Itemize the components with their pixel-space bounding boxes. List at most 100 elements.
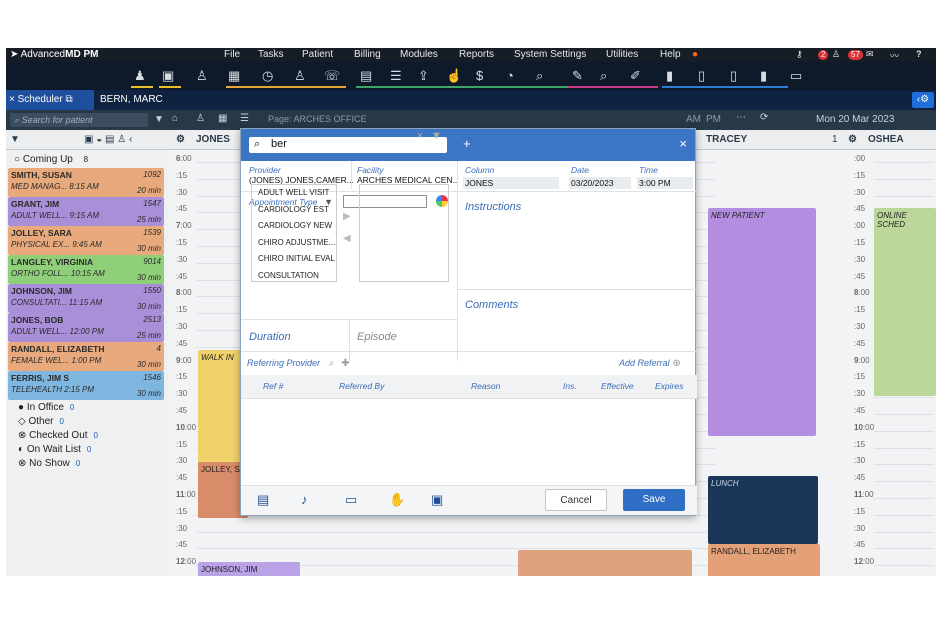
home-icon[interactable]: ⌂ (172, 113, 178, 124)
date-field[interactable]: Date (571, 165, 589, 175)
date-value[interactable]: 03/20/2023 (569, 177, 631, 189)
johnson-block[interactable]: JOHNSON, JIM (198, 562, 300, 576)
clear-icon[interactable]: × (417, 130, 423, 142)
chart-up-icon[interactable]: ▯ (730, 68, 737, 84)
move-right-icon[interactable]: ▶ (343, 211, 351, 222)
appointment-card[interactable]: GRANT, JIM 1547 ADULT WELL... 9:15 AM 25 mi… (8, 197, 164, 226)
comments-field[interactable]: Comments (465, 299, 518, 311)
appt-type-item[interactable]: CONSULTATION (252, 268, 336, 285)
lunch-block[interactable]: LUNCH (708, 476, 818, 544)
mail-icon[interactable]: ✉ (866, 49, 874, 60)
filter-icon[interactable]: ▼ (431, 130, 442, 142)
appointment-card[interactable]: RANDALL, ELIZABETH 4 FEMALE WEL... 1:00 PM… (8, 342, 164, 371)
edit-doc-icon[interactable]: ✎ (572, 68, 583, 84)
record-icon[interactable]: ● (692, 49, 698, 60)
alarm-icon[interactable]: ◷ (262, 68, 273, 84)
randall-block[interactable]: RANDALL, ELIZABETH (708, 544, 820, 576)
dollar-doc-icon[interactable]: $ (476, 68, 483, 83)
column-value[interactable]: JONES (463, 177, 559, 189)
menu-system-settings[interactable]: System Settings (514, 49, 586, 60)
new-patient-block[interactable]: NEW PATIENT (708, 208, 816, 436)
person-icon[interactable]: ♙ (196, 68, 208, 84)
appt-type-item[interactable]: CHIRO ADJUSTME... (252, 235, 336, 252)
menu-modules[interactable]: Modules (400, 49, 438, 60)
list-view-icon[interactable]: ☰ (240, 113, 249, 124)
clock-icon[interactable]: ◔ (506, 68, 514, 83)
menu-help[interactable]: Help (660, 49, 681, 60)
move-left-icon[interactable]: ◀ (343, 233, 351, 244)
column-oshea[interactable]: OSHEA (868, 134, 904, 145)
appt-type-item[interactable]: ADULT WELL VISIT (252, 185, 336, 202)
upload-icon[interactable]: ⇪ (418, 68, 429, 84)
more-icon[interactable]: ⋯ (736, 112, 746, 123)
cancel-button[interactable]: Cancel (545, 489, 607, 511)
add-icon[interactable]: ✚ (341, 358, 349, 369)
appointment-card[interactable]: LANGLEY, VIRGINIA 9014 ORTHO FOLL... 10:15… (8, 255, 164, 284)
people-icon[interactable]: ♙ (196, 113, 205, 124)
refresh-icon[interactable]: ⟳ (760, 112, 768, 123)
menu-utilities[interactable]: Utilities (606, 49, 638, 60)
card-icon[interactable]: ▭ (345, 492, 357, 508)
list-icon[interactable]: ☰ (390, 68, 402, 84)
scheduler-tab[interactable]: × Scheduler ⧉ (6, 90, 94, 110)
phone-icon[interactable]: ☏ (324, 68, 340, 84)
patient-icon[interactable]: ♟ (134, 68, 146, 84)
add-referral-button[interactable]: Add Referral ⊕ (619, 358, 681, 369)
signal-icon[interactable]: 〰 (890, 49, 899, 62)
hand-icon[interactable]: ✋ (389, 492, 405, 508)
popout-icon[interactable]: ⧉ (65, 94, 72, 105)
status-item[interactable]: ● In Office 0 (18, 402, 74, 413)
chart-dollar-icon[interactable]: ▯ (698, 68, 705, 84)
monitor-icon[interactable]: ▭ (790, 68, 802, 84)
page-selector[interactable]: Page: ARCHES OFFICE (268, 114, 367, 124)
help-icon[interactable]: ? (916, 49, 922, 59)
chart-dollar2-icon[interactable]: ▮ (760, 68, 767, 84)
settings-icon[interactable]: ⚙ (848, 134, 857, 145)
bell-icon[interactable]: ♪ (301, 492, 308, 507)
key-icon[interactable]: ⚷ (796, 49, 803, 60)
notes-icon[interactable]: ▤ (257, 492, 269, 508)
am-toggle[interactable]: AM (686, 114, 701, 125)
status-item[interactable]: ◇ Other 0 (18, 416, 64, 427)
status-item[interactable]: ◐ On Wait List 0 (18, 444, 91, 455)
appointment-card[interactable]: JOHNSON, JIM 1550 CONSULTATI... 11:15 AM 30… (8, 284, 164, 313)
users-icon[interactable]: ♙ (832, 49, 840, 60)
selected-types-list[interactable] (359, 184, 449, 282)
time-field[interactable]: Time (639, 165, 658, 175)
coming-up-header[interactable]: ○ Coming Up 8 (14, 154, 88, 165)
menu-tasks[interactable]: Tasks (258, 49, 284, 60)
menu-patient[interactable]: Patient (302, 49, 333, 60)
appt-type-item[interactable]: CARDIOLOGY NEW (252, 218, 336, 235)
status-item[interactable]: ⊗ Checked Out 0 (18, 430, 98, 441)
online-sched-block[interactable]: ONLINE SCHED (874, 208, 936, 396)
menu-file[interactable]: File (224, 49, 240, 60)
patient-search-input[interactable]: ⌕ Search for patient (10, 113, 148, 127)
episode-field[interactable]: Episode (357, 331, 397, 343)
column-tools-icon[interactable]: ▣ ◒ ▤ ♙ ‹ (84, 134, 132, 145)
close-icon[interactable]: × (679, 136, 687, 151)
provider-field[interactable]: Provider (JONES) JONES,CAMER... (249, 165, 354, 185)
instructions-field[interactable]: Instructions (465, 201, 521, 213)
status-item[interactable]: ⊗ No Show 0 (18, 458, 80, 469)
search-doc-icon[interactable]: ⌕ (536, 68, 543, 84)
column-field[interactable]: Column (465, 165, 494, 175)
column-jones[interactable]: JONES (196, 134, 230, 145)
duration-field[interactable]: Duration (249, 331, 291, 343)
grid-view-icon[interactable]: ▦ (218, 113, 227, 124)
filter-icon[interactable]: ▼ (154, 114, 164, 125)
bar-chart-icon[interactable]: ▮ (666, 68, 673, 84)
id-card-icon[interactable]: ▣ (162, 68, 174, 84)
filter-icon[interactable]: ▼ (10, 134, 20, 145)
menu-billing[interactable]: Billing (354, 49, 381, 60)
menu-reports[interactable]: Reports (459, 49, 494, 60)
appointment-card[interactable]: SMITH, SUSAN 1092 MED MANAG... 8:15 AM 20 m… (8, 168, 164, 197)
orange-block[interactable] (518, 550, 692, 576)
pm-toggle[interactable]: PM (706, 114, 721, 125)
column-tracey[interactable]: TRACEY (706, 134, 747, 145)
time-value[interactable]: 3:00 PM (637, 177, 693, 189)
alerts-badge[interactable]: 2 (818, 49, 829, 60)
calculator-icon[interactable]: ▤ (360, 68, 372, 84)
settings-icon[interactable]: ⚙ (176, 134, 185, 145)
syringe-icon[interactable]: ✐ (630, 68, 641, 84)
user-edit-icon[interactable]: ♙ (294, 68, 306, 84)
